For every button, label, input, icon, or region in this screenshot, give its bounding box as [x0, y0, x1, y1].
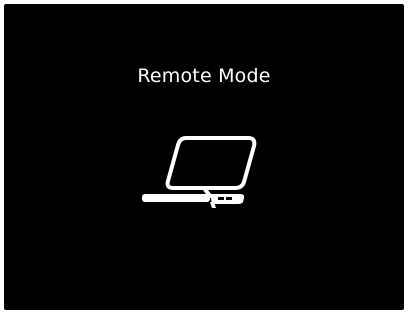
laptop-icon [136, 132, 262, 216]
remote-mode-screen: Remote Mode [4, 4, 404, 310]
screen-title: Remote Mode [137, 65, 271, 87]
